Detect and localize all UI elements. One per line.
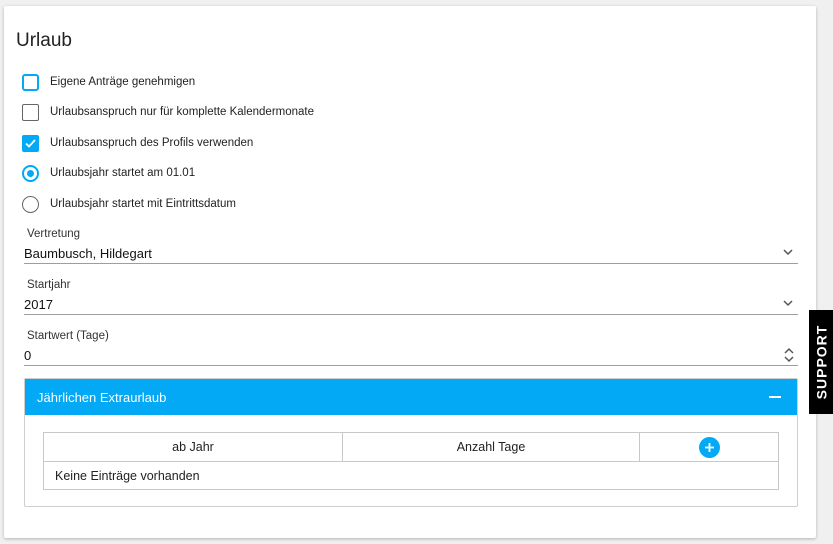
year-start-entry-radio[interactable] (22, 195, 39, 213)
approve-own-label: Eigene Anträge genehmigen (50, 76, 196, 88)
vertretung-field: Vertretung Baumbusch, Hildegart (24, 228, 798, 264)
use-profile-checkbox[interactable] (22, 134, 39, 152)
approve-own-checkbox-row[interactable]: Eigene Anträge genehmigen (22, 72, 195, 92)
startwert-input[interactable]: 0 (24, 344, 798, 366)
year-start-0101-radio[interactable] (22, 164, 39, 182)
use-profile-label: Urlaubsanspruch des Profils verwenden (50, 137, 254, 149)
column-header-ab-jahr: ab Jahr (172, 440, 214, 454)
year-start-entry-radio-row[interactable]: Urlaubsjahr startet mit Eintrittsdatum (22, 194, 236, 214)
startwert-label: Startwert (Tage) (27, 330, 109, 342)
check-icon (25, 138, 36, 148)
extra-vacation-table: ab Jahr Anzahl Tage Keine Einträge vorha… (43, 432, 779, 490)
plus-icon (704, 442, 714, 452)
column-header-anzahl-tage: Anzahl Tage (342, 433, 639, 461)
extra-vacation-panel-header[interactable]: Jährlichen Extraurlaub (25, 379, 797, 415)
extra-vacation-panel-title: Jährlichen Extraurlaub (37, 389, 167, 405)
startwert-value: 0 (24, 348, 32, 363)
vacation-settings-card: Urlaub Eigene Anträge genehmigen Urlaubs… (4, 6, 816, 538)
table-header-row: ab Jahr Anzahl Tage (44, 433, 778, 461)
startjahr-value: 2017 (24, 297, 53, 312)
vertretung-select[interactable]: Baumbusch, Hildegart (24, 242, 798, 264)
year-start-0101-label: Urlaubsjahr startet am 01.01 (50, 167, 196, 179)
minus-icon[interactable] (769, 396, 781, 398)
add-entry-button[interactable] (698, 436, 720, 458)
radio-dot (27, 169, 34, 177)
year-start-entry-label: Urlaubsjahr startet mit Eintrittsdatum (50, 198, 236, 210)
year-start-0101-radio-row[interactable]: Urlaubsjahr startet am 01.01 (22, 163, 195, 183)
vertretung-value: Baumbusch, Hildegart (24, 246, 152, 261)
table-empty-row: Keine Einträge vorhanden (44, 461, 778, 489)
startwert-field: Startwert (Tage) 0 (24, 330, 798, 366)
startjahr-field: Startjahr 2017 (24, 279, 798, 315)
empty-message: Keine Einträge vorhanden (55, 468, 200, 483)
full-months-checkbox[interactable] (22, 103, 39, 121)
startjahr-label: Startjahr (27, 279, 71, 291)
extra-vacation-panel: Jährlichen Extraurlaub ab Jahr Anzahl Ta… (24, 378, 798, 507)
column-header-actions (639, 433, 778, 461)
full-months-label: Urlaubsanspruch nur für komplette Kalend… (50, 106, 315, 118)
stepper-icon[interactable] (783, 347, 795, 363)
chevron-down-icon (783, 300, 793, 307)
chevron-down-icon (783, 249, 793, 256)
support-tab[interactable]: SUPPORT (809, 310, 833, 414)
page-title: Urlaub (16, 30, 72, 51)
vertretung-label: Vertretung (27, 228, 81, 240)
support-tab-label: SUPPORT (813, 324, 829, 400)
full-months-checkbox-row[interactable]: Urlaubsanspruch nur für komplette Kalend… (22, 102, 314, 122)
use-profile-checkbox-row[interactable]: Urlaubsanspruch des Profils verwenden (22, 133, 253, 153)
approve-own-checkbox[interactable] (22, 73, 39, 91)
startjahr-select[interactable]: 2017 (24, 293, 798, 315)
